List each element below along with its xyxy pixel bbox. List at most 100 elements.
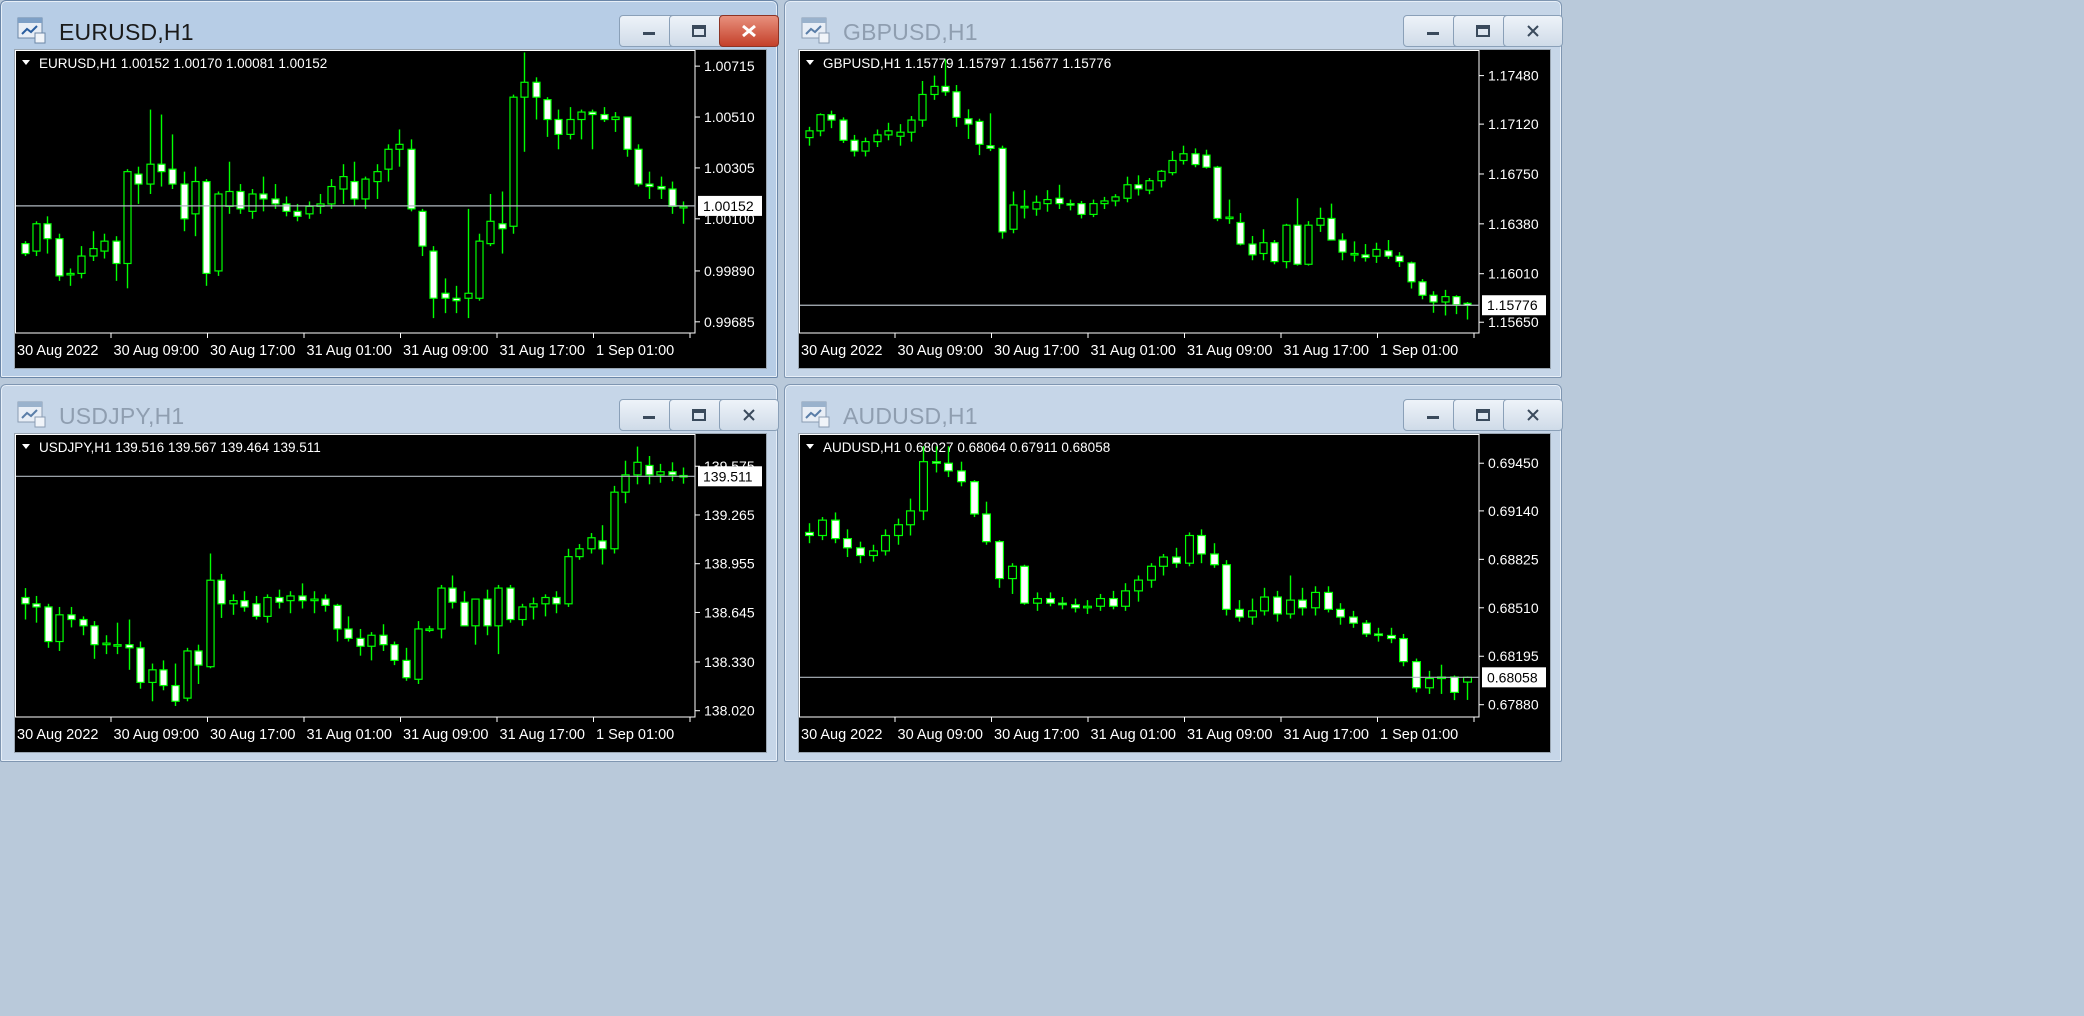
candle-body bbox=[600, 113, 609, 121]
candle bbox=[1191, 148, 1200, 168]
x-tick-label: 30 Aug 2022 bbox=[17, 727, 98, 743]
y-tick-label: 0.68195 bbox=[1488, 648, 1539, 664]
plot-frame bbox=[799, 50, 1480, 334]
candle bbox=[379, 624, 388, 651]
candle bbox=[344, 616, 353, 642]
candle-body bbox=[1395, 255, 1404, 263]
window-title: EURUSD,H1 bbox=[59, 19, 194, 45]
candle bbox=[206, 553, 215, 669]
candle bbox=[907, 116, 916, 142]
x-tick-label: 31 Aug 01:00 bbox=[1091, 727, 1176, 743]
candle-body bbox=[941, 85, 950, 93]
candle bbox=[1007, 563, 1018, 594]
candle bbox=[252, 595, 261, 620]
x-tick-label: 31 Aug 09:00 bbox=[403, 727, 488, 743]
candle-body bbox=[518, 606, 527, 621]
candle bbox=[1196, 529, 1207, 564]
chart-area[interactable]: USDJPY,H1 139.516 139.567 139.464 139.51… bbox=[14, 433, 767, 753]
candle-body bbox=[986, 145, 995, 149]
candle-body bbox=[344, 628, 353, 639]
candle bbox=[1066, 199, 1075, 211]
candlestick-chart: GBPUSD,H1 1.15779 1.15797 1.15677 1.1577… bbox=[799, 50, 1546, 359]
candle-body bbox=[905, 510, 916, 526]
candle-body bbox=[136, 647, 145, 684]
candle bbox=[964, 109, 973, 139]
candle-body bbox=[1057, 602, 1068, 606]
y-tick-label: 138.330 bbox=[704, 654, 755, 670]
candle bbox=[1293, 198, 1302, 266]
candle bbox=[1145, 178, 1154, 195]
chart-window-eurusd[interactable]: EURUSD,H1 EURUSD,H1 1.00152 1.00170 1.00… bbox=[0, 0, 779, 378]
candle bbox=[316, 193, 325, 214]
candle-body bbox=[180, 183, 189, 220]
y-tick-label: 1.16750 bbox=[1488, 166, 1539, 182]
chart-area[interactable]: GBPUSD,H1 1.15779 1.15797 1.15677 1.1577… bbox=[798, 49, 1551, 369]
chart-header: GBPUSD,H1 1.15779 1.15797 1.15677 1.1577… bbox=[823, 56, 1111, 71]
candle bbox=[509, 94, 518, 234]
candle bbox=[634, 144, 643, 187]
candle bbox=[543, 97, 552, 137]
candle bbox=[356, 628, 365, 656]
candle bbox=[236, 184, 245, 214]
candle-body bbox=[868, 550, 879, 557]
candle bbox=[494, 584, 503, 655]
dropdown-triangle-icon[interactable] bbox=[806, 60, 814, 65]
candle bbox=[21, 241, 30, 257]
candle bbox=[44, 603, 53, 648]
y-tick-label: 1.00305 bbox=[704, 160, 755, 176]
candle bbox=[113, 622, 122, 655]
candle-body bbox=[67, 614, 76, 621]
candle bbox=[679, 201, 688, 224]
candle bbox=[611, 112, 620, 132]
chart-window-usdjpy[interactable]: USDJPY,H1 USDJPY,H1 139.516 139.567 139.… bbox=[0, 384, 779, 762]
candle-body bbox=[532, 81, 541, 98]
candle bbox=[1179, 145, 1188, 165]
candle-body bbox=[1009, 204, 1018, 230]
candle-body bbox=[486, 220, 495, 245]
candle-body bbox=[1411, 661, 1422, 689]
chart-window-audusd[interactable]: AUDUSD,H1 AUDUSD,H1 0.68027 0.68064 0.67… bbox=[784, 384, 1563, 762]
chart-window-gbpusd[interactable]: GBPUSD,H1 GBPUSD,H1 1.15779 1.15797 1.15… bbox=[784, 0, 1563, 378]
dropdown-triangle-icon[interactable] bbox=[22, 60, 30, 65]
close-button[interactable] bbox=[719, 399, 779, 431]
candle-body bbox=[804, 531, 815, 537]
candle bbox=[893, 518, 904, 545]
candle bbox=[180, 171, 189, 232]
candle-body bbox=[441, 292, 450, 299]
maximize-icon bbox=[1476, 409, 1490, 421]
candle-body bbox=[498, 223, 507, 230]
candle bbox=[1032, 195, 1041, 216]
minimize-icon bbox=[1427, 416, 1439, 419]
candle bbox=[969, 480, 980, 518]
x-tick-label: 30 Aug 17:00 bbox=[994, 343, 1079, 359]
candle-body bbox=[816, 114, 825, 132]
candle bbox=[146, 109, 155, 194]
candle-body bbox=[134, 173, 143, 185]
candle-body bbox=[168, 168, 177, 185]
close-button[interactable] bbox=[719, 15, 779, 47]
candle bbox=[1133, 575, 1144, 602]
candle bbox=[1361, 620, 1372, 638]
candle-body bbox=[975, 120, 984, 145]
chart-area[interactable]: EURUSD,H1 1.00152 1.00170 1.00081 1.0015… bbox=[14, 49, 767, 369]
y-tick-label: 0.99685 bbox=[704, 314, 755, 330]
candle-body bbox=[437, 587, 446, 630]
candle bbox=[1221, 560, 1232, 616]
candle-body bbox=[1452, 296, 1461, 306]
chart-window-icon bbox=[17, 401, 46, 428]
candle-body bbox=[552, 596, 561, 605]
close-button[interactable] bbox=[1503, 15, 1563, 47]
candle-body bbox=[1032, 201, 1041, 210]
candle-body bbox=[43, 223, 52, 240]
y-tick-label: 0.67880 bbox=[1488, 697, 1539, 713]
candle-body bbox=[229, 600, 238, 605]
dropdown-triangle-icon[interactable] bbox=[22, 444, 30, 449]
dropdown-triangle-icon[interactable] bbox=[806, 444, 814, 449]
candle-body bbox=[414, 628, 423, 680]
candle bbox=[183, 647, 192, 702]
candle-body bbox=[1247, 610, 1258, 618]
close-button[interactable] bbox=[1503, 399, 1563, 431]
candle-body bbox=[1248, 243, 1257, 256]
candle bbox=[1120, 583, 1131, 611]
chart-area[interactable]: AUDUSD,H1 0.68027 0.68064 0.67911 0.6805… bbox=[798, 433, 1551, 753]
